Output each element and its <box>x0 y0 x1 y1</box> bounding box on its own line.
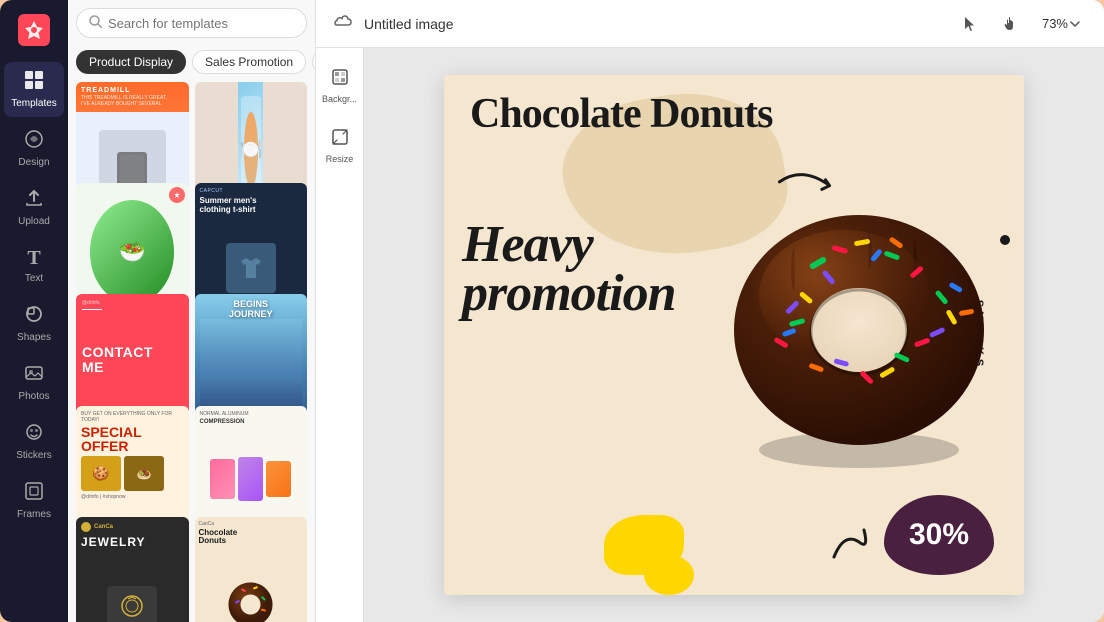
sidebar-item-text-label: Text <box>25 273 43 284</box>
promo-text-block: Heavy promotion <box>462 220 676 319</box>
stickers-icon <box>24 422 44 447</box>
top-bar-tools: 73% <box>954 8 1088 40</box>
canvas-card: Chocolate Donuts SNACKS <box>444 75 1024 595</box>
background-label: Backgr... <box>322 94 357 104</box>
sidebar-item-design-label: Design <box>18 157 49 168</box>
sidebar-item-upload-label: Upload <box>18 216 50 227</box>
search-bar <box>76 8 307 38</box>
resize-label: Resize <box>326 154 354 164</box>
background-tool-button[interactable]: Backgr... <box>322 60 358 112</box>
sidebar-item-photos-label: Photos <box>18 391 49 402</box>
sidebar-item-frames-label: Frames <box>17 509 51 520</box>
sidebar-item-stickers[interactable]: Stickers <box>4 414 64 469</box>
text-icon: T <box>27 247 40 270</box>
pointer-tool-button[interactable] <box>954 8 986 40</box>
search-input[interactable] <box>108 16 294 31</box>
donut-image <box>714 165 1004 475</box>
discount-value: 30% <box>909 518 969 552</box>
canvas-area: Chocolate Donuts SNACKS <box>364 48 1104 622</box>
tab-sales-promotion[interactable]: Sales Promotion <box>192 50 306 74</box>
canvas-title: Chocolate Donuts <box>454 93 974 135</box>
category-tabs: Product Display Sales Promotion B... <box>68 46 315 82</box>
sidebar-item-frames[interactable]: Frames <box>4 473 64 528</box>
hand-tool-button[interactable] <box>994 8 1026 40</box>
top-bar: Untitled image 73% <box>316 0 1104 48</box>
sidebar-item-photos[interactable]: Photos <box>4 355 64 410</box>
app-container: Templates Design Upload T Text <box>0 0 1104 622</box>
discount-badge: 30% <box>884 495 994 575</box>
template-thumb-jewelry[interactable]: CanCa JEWELRY <box>76 517 189 622</box>
template-grid: TREADMILL THIS TREADMILL IS REALLY GREAT… <box>68 82 315 622</box>
templates-icon <box>24 70 44 95</box>
tab-product-display[interactable]: Product Display <box>76 50 186 74</box>
search-icon <box>89 15 102 31</box>
promo-line1: Heavy <box>462 220 676 269</box>
side-tools: Backgr... Resize <box>316 48 364 622</box>
tab-b[interactable]: B... <box>312 50 315 74</box>
shapes-icon <box>24 304 44 329</box>
canvas-and-tools: Backgr... Resize <box>316 48 1104 622</box>
main-area: Untitled image 73% <box>316 0 1104 622</box>
sidebar-item-text[interactable]: T Text <box>4 239 64 292</box>
logo-area <box>16 12 52 48</box>
sidebar-item-templates[interactable]: Templates <box>4 62 64 117</box>
resize-icon <box>331 128 349 151</box>
yellow-blob-2 <box>644 555 694 595</box>
resize-tool-button[interactable]: Resize <box>322 120 358 172</box>
upload-icon <box>24 188 44 213</box>
sidebar-item-templates-label: Templates <box>11 98 57 109</box>
zoom-control[interactable]: 73% <box>1034 12 1088 35</box>
sidebar-item-shapes[interactable]: Shapes <box>4 296 64 351</box>
app-logo <box>18 14 50 46</box>
background-icon <box>331 68 349 91</box>
canvas-content: Chocolate Donuts SNACKS <box>444 75 1024 595</box>
doc-title: Untitled image <box>364 16 454 32</box>
frames-icon <box>24 481 44 506</box>
curl-decoration <box>829 522 879 567</box>
sidebar-item-design[interactable]: Design <box>4 121 64 176</box>
sidebar-item-stickers-label: Stickers <box>16 450 52 461</box>
template-thumb-chocolate-donuts[interactable]: CanCa ChocolateDonuts <box>195 517 308 622</box>
icon-sidebar: Templates Design Upload T Text <box>0 0 68 622</box>
design-icon <box>24 129 44 154</box>
cloud-icon <box>332 13 352 34</box>
zoom-value: 73% <box>1042 16 1068 31</box>
photos-icon <box>24 363 44 388</box>
template-panel: Product Display Sales Promotion B... TRE… <box>68 0 316 622</box>
sidebar-item-shapes-label: Shapes <box>17 332 51 343</box>
promo-line2: promotion <box>462 269 676 318</box>
sidebar-item-upload[interactable]: Upload <box>4 180 64 235</box>
